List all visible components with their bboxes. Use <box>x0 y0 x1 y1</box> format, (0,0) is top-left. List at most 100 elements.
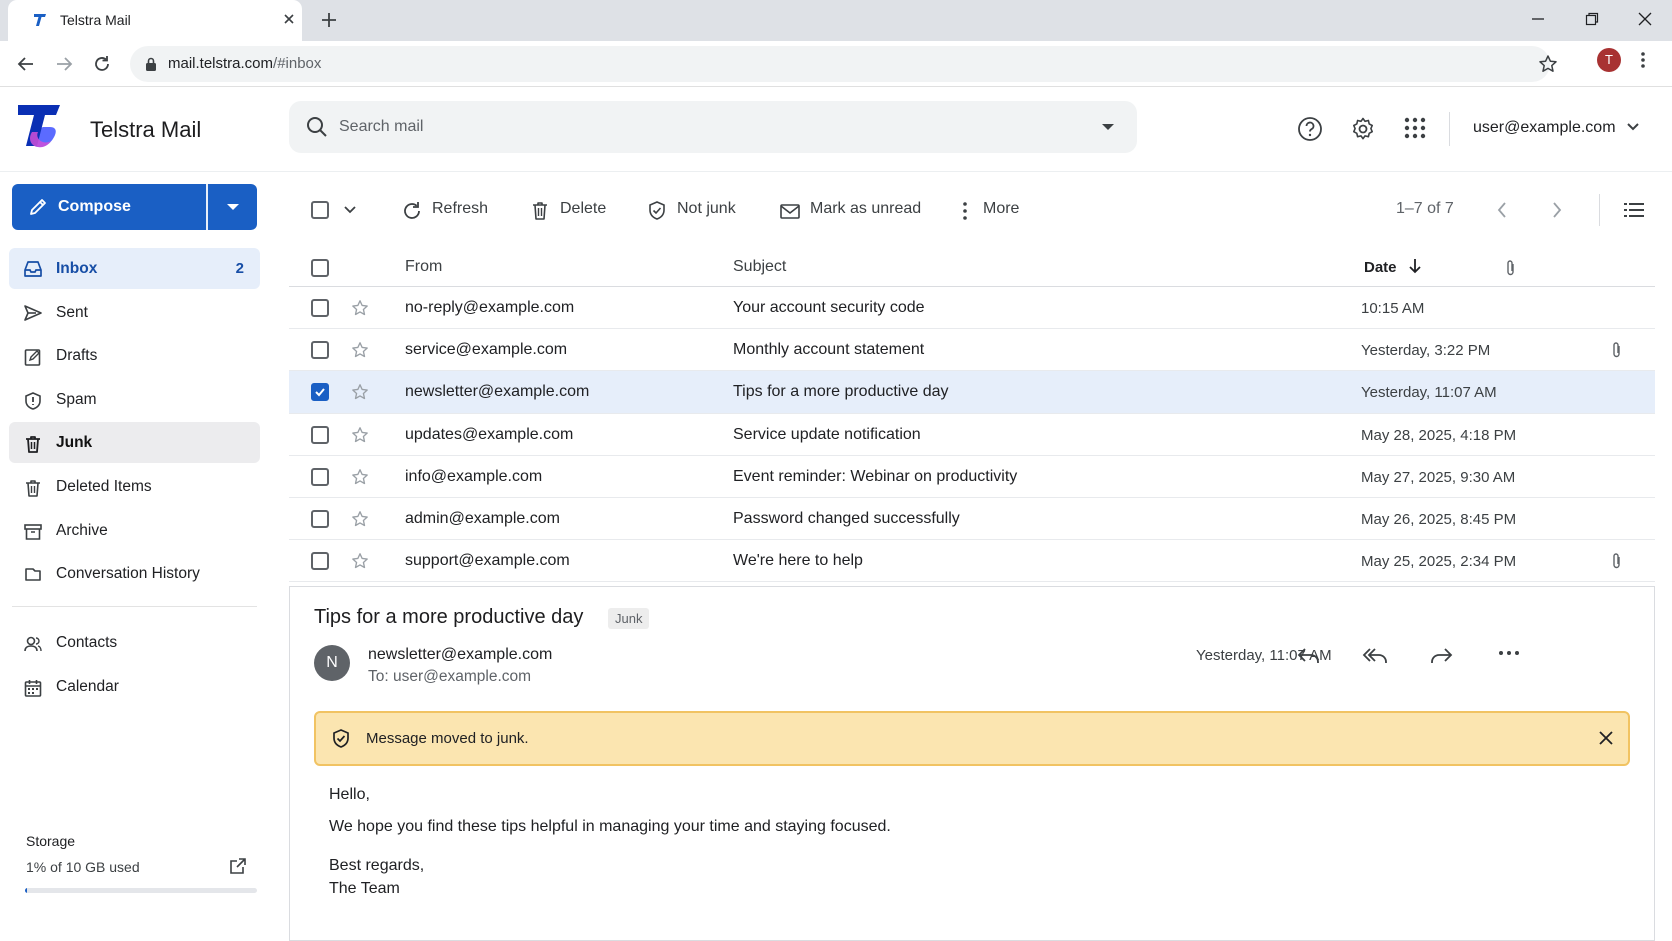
message-recipient: To: user@example.com <box>368 668 532 685</box>
column-header-date[interactable]: Date <box>1364 259 1397 276</box>
column-header-from[interactable]: From <box>405 258 442 276</box>
external-link-icon[interactable] <box>229 857 247 875</box>
forward-icon[interactable] <box>54 54 74 74</box>
compose-button-group: Compose <box>12 184 257 230</box>
sidebar-item-inbox[interactable]: Inbox 2 <box>9 248 260 289</box>
star-icon[interactable] <box>351 510 369 528</box>
url-path: /#inbox <box>273 55 322 72</box>
chevron-right-icon[interactable] <box>1551 201 1563 219</box>
browser-menu-icon[interactable] <box>1640 51 1646 69</box>
telstra-logo-icon[interactable] <box>18 102 62 150</box>
more-horizontal-icon[interactable] <box>1498 649 1520 657</box>
star-icon[interactable] <box>351 299 369 317</box>
star-icon[interactable] <box>351 426 369 444</box>
sidebar-item-archive[interactable]: Archive <box>9 510 260 551</box>
row-sender: newsletter@example.com <box>405 383 590 401</box>
row-subject: Event reminder: Webinar on productivity <box>733 467 1018 485</box>
back-icon[interactable] <box>16 54 36 74</box>
browser-tab[interactable]: Telstra Mail <box>8 0 302 41</box>
archive-icon <box>23 522 43 542</box>
shield-icon <box>23 391 43 411</box>
chevron-left-icon[interactable] <box>1496 201 1508 219</box>
sort-arrow-down-icon[interactable] <box>1408 258 1422 274</box>
row-date: May 25, 2025, 2:34 PM <box>1361 553 1517 571</box>
select-all-checkbox[interactable] <box>311 201 329 219</box>
row-checkbox[interactable] <box>311 467 329 486</box>
sidebar-item-label: Spam <box>56 390 97 408</box>
row-checkbox[interactable] <box>311 299 329 317</box>
reply-icon[interactable] <box>1296 644 1322 668</box>
sidebar-item-deleted-items[interactable]: Deleted Items <box>9 466 260 507</box>
reload-icon[interactable] <box>92 54 112 74</box>
bookmark-star-icon[interactable] <box>1538 54 1558 74</box>
table-row[interactable]: info@example.com Event reminder: Webinar … <box>289 456 1655 498</box>
close-icon[interactable] <box>1598 730 1614 746</box>
settings-gear-icon[interactable] <box>1350 116 1376 142</box>
forward-icon[interactable] <box>1428 644 1454 668</box>
row-checkbox[interactable] <box>311 425 329 444</box>
row-checkbox[interactable] <box>311 341 329 360</box>
url-text: mail.telstra.com/#inbox <box>168 55 321 72</box>
row-date: May 28, 2025, 4:18 PM <box>1361 426 1517 444</box>
sidebar-item-contacts[interactable]: Contacts <box>9 622 260 663</box>
sidebar-item-label: Calendar <box>56 677 119 695</box>
restore-icon[interactable] <box>1584 11 1600 27</box>
header-divider <box>1449 112 1450 146</box>
row-sender: no-reply@example.com <box>405 299 575 316</box>
search-options-icon[interactable] <box>1101 122 1115 132</box>
table-row[interactable]: newsletter@example.com Tips for a more pr… <box>289 371 1655 414</box>
minimize-icon[interactable] <box>1530 11 1546 27</box>
sidebar-divider <box>12 606 257 607</box>
header-checkbox[interactable] <box>311 259 329 277</box>
compose-button[interactable]: Compose <box>12 184 206 230</box>
table-row[interactable]: service@example.com Monthly account state… <box>289 329 1655 372</box>
table-row[interactable]: admin@example.com Password changed succes… <box>289 498 1655 541</box>
new-tab-icon[interactable] <box>320 11 338 29</box>
star-icon[interactable] <box>351 468 369 486</box>
sidebar-item-drafts[interactable]: Drafts <box>9 335 260 376</box>
message-signoff: Best regards, <box>329 857 425 874</box>
storage-progress-bar <box>25 888 257 893</box>
folder-list: Inbox 2 Sent Drafts Spam Junk Deleted It… <box>9 248 260 597</box>
star-icon[interactable] <box>351 341 369 359</box>
url-bar[interactable]: mail.telstra.com/#inbox <box>130 46 1557 82</box>
row-checkbox[interactable] <box>311 552 329 571</box>
sidebar-item-sent[interactable]: Sent <box>9 292 260 333</box>
column-header-subject[interactable]: Subject <box>733 258 786 276</box>
shield-check-icon <box>330 728 352 750</box>
search-box[interactable] <box>289 101 1137 153</box>
sidebar-item-label: Conversation History <box>56 565 200 583</box>
envelope-icon <box>780 204 800 219</box>
chevron-down-icon[interactable] <box>1626 122 1640 132</box>
row-checkbox[interactable] <box>311 383 329 402</box>
help-icon[interactable] <box>1297 116 1323 142</box>
account-email[interactable]: user@example.com <box>1473 119 1616 137</box>
shield-check-icon <box>649 201 665 220</box>
search-input[interactable] <box>339 115 1039 139</box>
compose-options-button[interactable] <box>208 184 257 230</box>
list-density-icon[interactable] <box>1624 201 1644 219</box>
reply-all-icon[interactable] <box>1362 644 1390 668</box>
sidebar-item-conversation-history[interactable]: Conversation History <box>9 553 260 594</box>
apps-grid-icon[interactable] <box>1403 116 1427 140</box>
row-checkbox[interactable] <box>311 509 329 528</box>
row-date: May 26, 2025, 8:45 PM <box>1361 510 1517 528</box>
sidebar-item-calendar[interactable]: Calendar <box>9 666 260 707</box>
star-icon[interactable] <box>351 383 369 401</box>
row-sender: service@example.com <box>405 341 568 359</box>
table-row[interactable]: updates@example.com Service update notifi… <box>289 414 1655 456</box>
table-row[interactable]: support@example.com We're here to help May… <box>289 540 1655 583</box>
message-sender[interactable]: newsletter@example.com <box>368 646 552 664</box>
close-window-icon[interactable] <box>1637 11 1653 27</box>
table-row[interactable]: no-reply@example.com Your account securit… <box>289 287 1655 330</box>
row-date: May 27, 2025, 9:30 AM <box>1361 468 1516 486</box>
lock-icon <box>144 56 158 72</box>
sidebar-item-spam[interactable]: Spam <box>9 379 260 420</box>
sidebar-item-junk[interactable]: Junk <box>9 422 260 464</box>
tab-close-icon[interactable] <box>282 12 296 26</box>
select-options-chevron-icon[interactable] <box>344 206 356 214</box>
reading-pane: Tips for a more productive day Junk N ne… <box>289 586 1655 941</box>
profile-avatar[interactable]: T <box>1597 48 1621 72</box>
storage-title: Storage <box>26 833 76 849</box>
star-icon[interactable] <box>351 552 369 570</box>
